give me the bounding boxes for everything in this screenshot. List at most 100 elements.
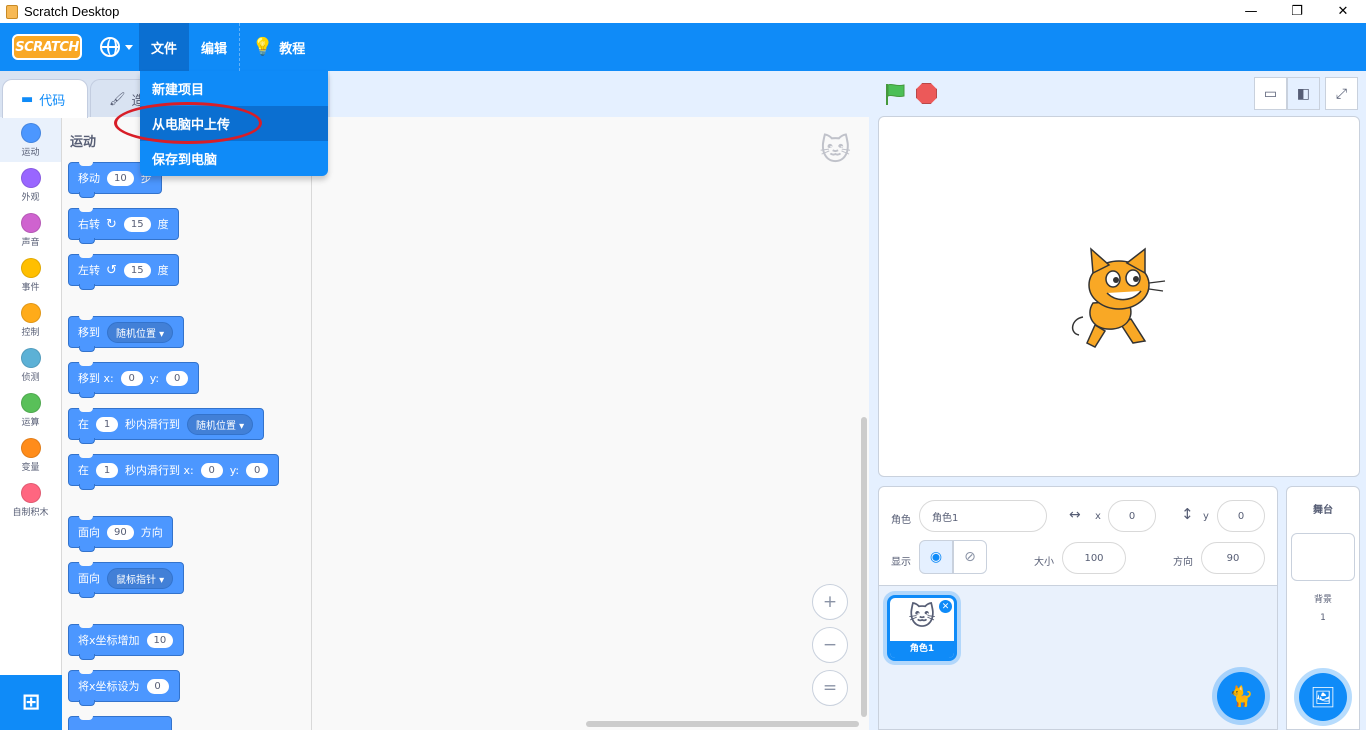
- block-change-x[interactable]: 将x坐标增加 10: [68, 624, 185, 660]
- block-dropdown[interactable]: 鼠标指针: [107, 567, 174, 589]
- edit-menu[interactable]: 编辑: [189, 23, 239, 71]
- show-label: 显示: [891, 557, 911, 568]
- small-stage-button[interactable]: ▭: [1254, 77, 1287, 110]
- category-label: 控制: [21, 328, 40, 338]
- zoom-in-button[interactable]: +: [812, 584, 848, 620]
- fullscreen-button[interactable]: ⤢: [1325, 77, 1358, 110]
- block-glide-to-xy[interactable]: 在 1 秒内滑行到 x: 0 y: 0: [68, 454, 280, 490]
- stage-canvas[interactable]: [878, 116, 1360, 477]
- category-operators[interactable]: 运算: [0, 387, 61, 432]
- stage-selector-panel[interactable]: 舞台 背景 1 🖼: [1286, 486, 1360, 730]
- category-events[interactable]: 事件: [0, 252, 61, 297]
- horizontal-scrollbar[interactable]: [586, 721, 859, 727]
- zoom-reset-button[interactable]: =: [812, 670, 848, 706]
- block-text: 左转: [78, 264, 100, 277]
- category-sound[interactable]: 声音: [0, 207, 61, 252]
- zoom-in-icon: +: [822, 592, 838, 612]
- category-label: 运算: [21, 418, 40, 428]
- block-point-in-direction[interactable]: 面向 90 方向: [68, 516, 173, 552]
- block-input[interactable]: 1: [96, 462, 118, 478]
- block-input[interactable]: 0: [166, 370, 189, 386]
- zoom-reset-icon: =: [822, 678, 838, 698]
- block-turn-right[interactable]: 右转 ↻ 15 度: [68, 208, 179, 244]
- sprite-tile[interactable]: 🐱 ✕ 角色1: [887, 595, 957, 661]
- block-go-to-xy[interactable]: 移到 x: 0 y: 0: [68, 362, 200, 398]
- minimize-button[interactable]: —: [1228, 0, 1274, 23]
- block-text: 度: [157, 218, 169, 231]
- block-text: 右转: [78, 218, 100, 231]
- zoom-out-button[interactable]: −: [812, 627, 848, 663]
- scratch-cat-sprite[interactable]: [1065, 245, 1175, 355]
- category-motion[interactable]: 运动: [0, 117, 61, 162]
- block-input[interactable]: 10: [146, 632, 174, 648]
- stop-icon[interactable]: [916, 83, 937, 104]
- block-input[interactable]: 0: [120, 370, 143, 386]
- block-dropdown[interactable]: 随机位置: [107, 321, 174, 343]
- category-label: 外观: [21, 193, 40, 203]
- block-text: 秒内滑行到 x:: [125, 464, 194, 477]
- block-point-towards[interactable]: 面向 鼠标指针: [68, 562, 185, 598]
- block-text: 度: [157, 264, 169, 277]
- category-my-blocks[interactable]: 自制积木: [0, 477, 61, 522]
- language-menu[interactable]: [94, 23, 139, 71]
- delete-sprite-icon[interactable]: ✕: [939, 600, 952, 613]
- add-extension-icon: ⊞: [21, 690, 41, 715]
- scratch-logo[interactable]: SCRATCH: [12, 34, 82, 60]
- close-window-button[interactable]: ✕: [1320, 0, 1366, 23]
- zoom-out-icon: −: [822, 635, 838, 655]
- block-text: 移动: [78, 172, 100, 185]
- x-input[interactable]: 0: [1108, 500, 1156, 532]
- menu-item-new-project[interactable]: 新建项目: [140, 71, 328, 106]
- category-label: 自制积木: [12, 508, 49, 518]
- block-set-x[interactable]: 将x坐标设为 0: [68, 670, 180, 706]
- block-input[interactable]: 90: [107, 524, 134, 540]
- code-icon: ▬: [21, 91, 34, 107]
- size-input[interactable]: 100: [1062, 542, 1126, 574]
- direction-input[interactable]: 90: [1201, 542, 1265, 574]
- add-backdrop-button[interactable]: 🖼: [1299, 673, 1347, 721]
- app-icon: [6, 4, 18, 19]
- block-input[interactable]: 15: [123, 262, 151, 278]
- category-label: 事件: [21, 283, 40, 293]
- block-text: 在: [78, 464, 89, 477]
- tutorials-menu[interactable]: 💡 教程: [240, 23, 317, 71]
- block-input[interactable]: 0: [246, 462, 269, 478]
- y-input[interactable]: 0: [1217, 500, 1265, 532]
- tab-code[interactable]: ▬ 代码: [2, 79, 88, 118]
- category-variables[interactable]: 变量: [0, 432, 61, 477]
- category-looks[interactable]: 外观: [0, 162, 61, 207]
- hide-sprite-button[interactable]: ⊘: [953, 540, 987, 574]
- vertical-scrollbar[interactable]: [861, 417, 867, 717]
- restore-button[interactable]: ❐: [1274, 0, 1320, 23]
- tutorials-label: 教程: [279, 41, 306, 57]
- block-input[interactable]: 0: [146, 678, 169, 694]
- fullscreen-icon: ⤢: [1335, 85, 1348, 102]
- stage-title: 舞台: [1313, 505, 1333, 516]
- window-controls: — ❐ ✕: [1228, 0, 1366, 23]
- title-bar: Scratch Desktop — ❐ ✕: [0, 0, 1366, 23]
- block-input[interactable]: 1: [96, 416, 118, 432]
- block-input[interactable]: 0: [200, 462, 223, 478]
- annotation-ellipse: [114, 102, 262, 144]
- category-control[interactable]: 控制: [0, 297, 61, 342]
- green-flag-icon[interactable]: [883, 82, 907, 106]
- block-text: 移到: [78, 326, 100, 339]
- script-area[interactable]: 🐱 + − =: [312, 117, 869, 730]
- add-sprite-button[interactable]: 🐈: [1217, 672, 1265, 720]
- show-sprite-button[interactable]: ◉: [919, 540, 953, 574]
- block-partial[interactable]: [68, 716, 172, 730]
- block-go-to[interactable]: 移到 随机位置: [68, 316, 185, 352]
- tab-code-label: 代码: [39, 93, 66, 109]
- file-menu[interactable]: 文件: [139, 23, 190, 71]
- sprite-name-input[interactable]: 角色1: [919, 500, 1047, 532]
- menu-item-save-to-computer[interactable]: 保存到电脑: [140, 141, 328, 176]
- category-sensing[interactable]: 侦测: [0, 342, 61, 387]
- eye-icon: ◉: [929, 549, 943, 565]
- block-glide-to[interactable]: 在 1 秒内滑行到 随机位置: [68, 408, 265, 444]
- block-input[interactable]: 10: [107, 170, 134, 186]
- block-dropdown[interactable]: 随机位置: [187, 413, 254, 435]
- normal-stage-button[interactable]: ◧: [1287, 77, 1320, 110]
- add-extension-button[interactable]: ⊞: [0, 675, 62, 730]
- block-turn-left[interactable]: 左转 ↺ 15 度: [68, 254, 179, 290]
- block-input[interactable]: 15: [123, 216, 151, 232]
